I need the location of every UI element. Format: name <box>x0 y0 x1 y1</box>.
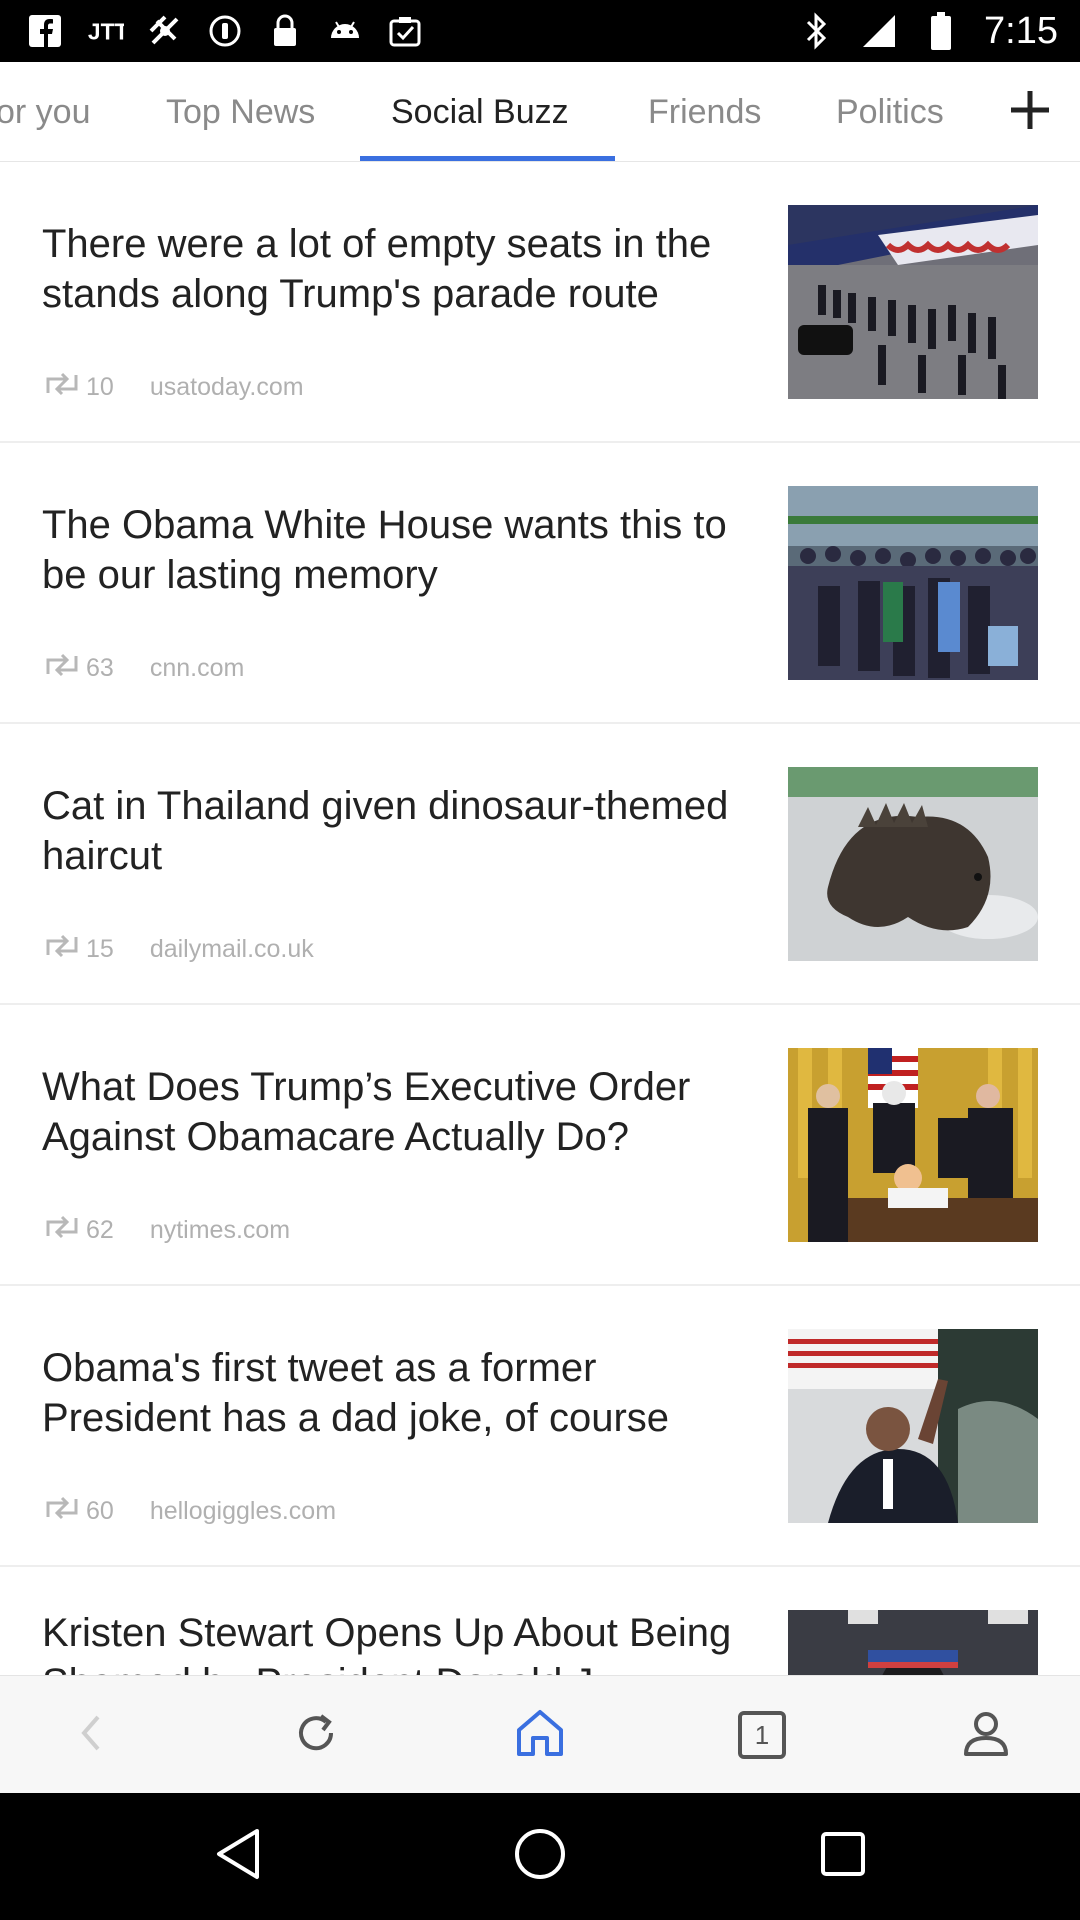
article-card[interactable]: What Does Trump’s Executive Order Agains… <box>0 1006 1080 1286</box>
refresh-button[interactable] <box>256 1676 376 1794</box>
repost-icon <box>42 1214 82 1247</box>
share-count: 15 <box>86 934 114 963</box>
repost-icon <box>42 371 82 404</box>
clock: 7:15 <box>984 9 1058 52</box>
tab-social-buzz[interactable]: Social Buzz <box>391 62 569 161</box>
tab-politics[interactable]: Politics <box>836 62 944 161</box>
category-tabs: or you Top News Social Buzz Friends Poli… <box>0 62 1080 162</box>
triangle-back-icon <box>213 1827 263 1886</box>
system-home-button[interactable] <box>470 1793 610 1920</box>
facebook-icon <box>26 12 64 50</box>
tabs-button[interactable]: 1 <box>702 1676 822 1794</box>
lock-icon <box>266 12 304 50</box>
tabs-icon: 1 <box>737 1710 787 1760</box>
android-icon <box>326 12 364 50</box>
article-thumbnail[interactable] <box>788 486 1038 680</box>
home-button[interactable] <box>480 1676 600 1794</box>
home-icon <box>513 1708 567 1763</box>
tabs-count: 1 <box>754 1720 770 1750</box>
share-count: 60 <box>86 1496 114 1525</box>
article-card[interactable]: There were a lot of empty seats in the s… <box>0 163 1080 443</box>
signal-icon <box>860 12 898 50</box>
system-back-button[interactable] <box>168 1793 308 1920</box>
article-meta: 15 dailymail.co.uk <box>42 931 314 967</box>
news-feed[interactable]: There were a lot of empty seats in the s… <box>0 163 1080 1675</box>
article-card[interactable]: The Obama White House wants this to be o… <box>0 444 1080 724</box>
active-tab-indicator <box>360 156 615 161</box>
tab-for-you[interactable]: or you <box>0 62 91 161</box>
refresh-icon <box>293 1710 339 1761</box>
battery-icon <box>922 12 960 50</box>
article-title[interactable]: Obama's first tweet as a former Presiden… <box>42 1343 752 1443</box>
article-title[interactable]: Cat in Thailand given dinosaur-themed ha… <box>42 781 752 881</box>
article-source: dailymail.co.uk <box>149 934 314 963</box>
article-thumbnail[interactable] <box>788 1610 1038 1675</box>
repost-icon <box>42 652 82 685</box>
system-recents-button[interactable] <box>773 1793 913 1920</box>
article-thumbnail[interactable] <box>788 1048 1038 1242</box>
article-thumbnail[interactable] <box>788 1329 1038 1523</box>
clipboard-icon <box>386 12 424 50</box>
fake-gps-icon <box>146 12 184 50</box>
article-card[interactable]: Obama's first tweet as a former Presiden… <box>0 1287 1080 1567</box>
article-title[interactable]: What Does Trump’s Executive Order Agains… <box>42 1062 752 1162</box>
article-meta: 60 hellogiggles.com <box>42 1493 336 1529</box>
article-meta: 10 usatoday.com <box>42 369 304 405</box>
back-button[interactable] <box>32 1676 152 1794</box>
share-count: 62 <box>86 1215 114 1244</box>
article-title[interactable]: The Obama White House wants this to be o… <box>42 500 752 600</box>
repost-icon <box>42 1495 82 1528</box>
article-source: hellogiggles.com <box>149 1496 337 1525</box>
profile-button[interactable] <box>926 1676 1046 1794</box>
article-source: cnn.com <box>149 653 245 682</box>
article-card[interactable]: Kristen Stewart Opens Up About Being Sha… <box>0 1568 1080 1675</box>
sync-icon <box>206 12 244 50</box>
square-recents-icon <box>819 1830 867 1883</box>
article-title[interactable]: There were a lot of empty seats in the s… <box>42 219 752 319</box>
article-meta: 63 cnn.com <box>42 650 244 686</box>
status-bar: JTT 7:15 <box>0 0 1080 62</box>
article-thumbnail[interactable] <box>788 767 1038 961</box>
article-source: usatoday.com <box>149 372 304 401</box>
article-meta: 62 nytimes.com <box>42 1212 290 1248</box>
profile-icon <box>961 1708 1011 1763</box>
repost-icon <box>42 933 82 966</box>
article-card[interactable]: Cat in Thailand given dinosaur-themed ha… <box>0 725 1080 1005</box>
circle-home-icon <box>513 1827 567 1886</box>
plus-icon <box>1008 88 1052 137</box>
share-count: 63 <box>86 653 114 682</box>
bottom-navigation: 1 <box>0 1675 1080 1793</box>
share-count: 10 <box>86 372 114 401</box>
bluetooth-icon <box>798 12 836 50</box>
article-title[interactable]: Kristen Stewart Opens Up About Being Sha… <box>42 1608 752 1675</box>
back-icon <box>72 1711 112 1760</box>
tab-friends[interactable]: Friends <box>648 62 761 161</box>
tab-top-news[interactable]: Top News <box>166 62 315 161</box>
jio-icon: JTT <box>86 12 124 50</box>
add-tab-button[interactable] <box>980 62 1080 161</box>
article-source: nytimes.com <box>149 1215 291 1244</box>
svg-text:JTT: JTT <box>88 19 124 45</box>
article-thumbnail[interactable] <box>788 205 1038 399</box>
system-navigation-bar <box>0 1793 1080 1920</box>
